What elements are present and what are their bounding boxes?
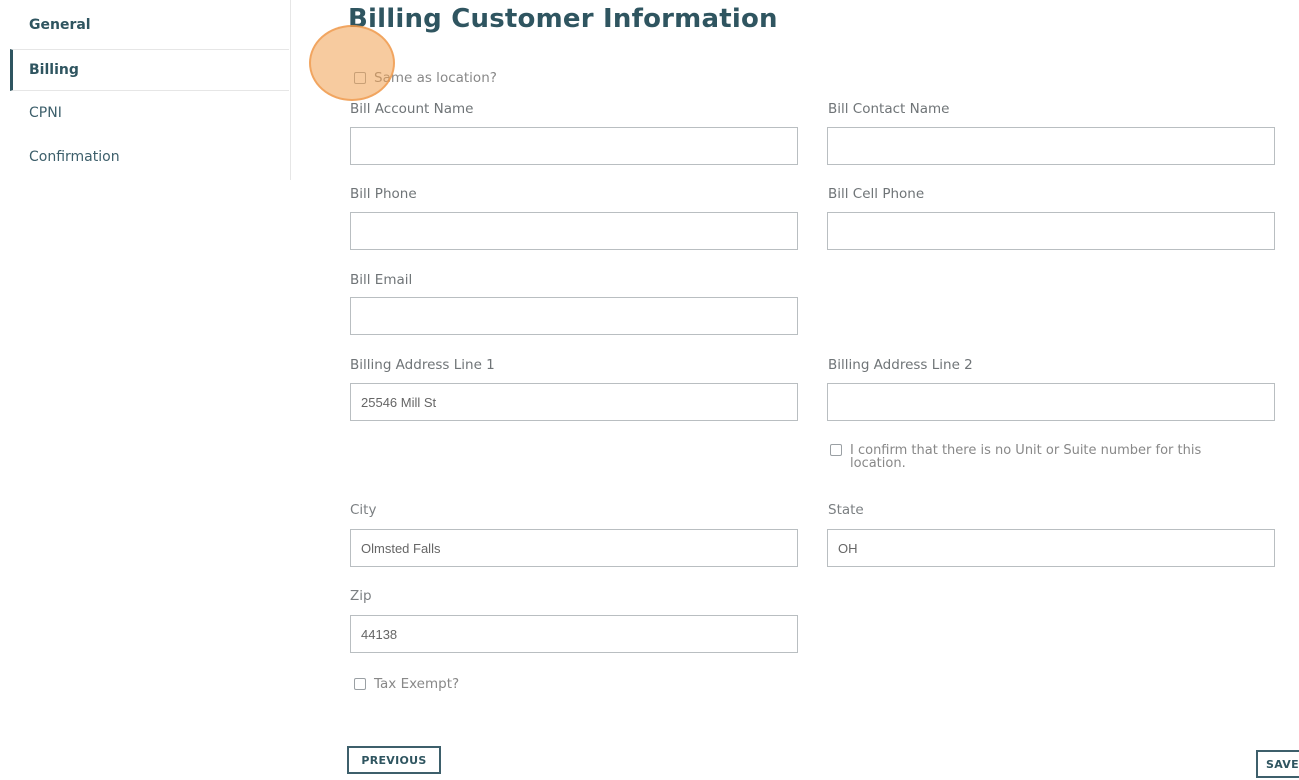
sidebar-item-cpni[interactable]: CPNI [10,93,289,133]
sidebar-item-label: Confirmation [29,149,120,165]
no-unit-confirm-checkbox[interactable] [830,444,842,456]
bill-email-input[interactable] [350,297,798,335]
sidebar-item-general[interactable]: General [10,5,289,45]
bill-cell-phone-input[interactable] [827,212,1275,250]
no-unit-confirm-label: I confirm that there is no Unit or Suite… [850,443,1202,471]
city-input[interactable] [350,529,798,567]
tax-exempt-option[interactable]: Tax Exempt? [354,676,459,692]
tax-exempt-label: Tax Exempt? [374,676,460,692]
billing-address-line2-input[interactable] [827,383,1275,421]
click-indicator [309,25,395,101]
bill-account-name-label: Bill Account Name [350,101,474,117]
billing-address-line1-input[interactable] [350,383,798,421]
save-button[interactable]: SAVE [1256,750,1299,778]
no-unit-confirm-option[interactable]: I confirm that there is no Unit or Suite… [830,444,1260,470]
zip-input[interactable] [350,615,798,653]
bill-email-label: Bill Email [350,272,413,288]
zip-label: Zip [350,588,372,604]
same-as-location-option[interactable]: Same as location? [354,70,497,86]
bill-phone-label: Bill Phone [350,186,417,202]
bill-phone-input[interactable] [350,212,798,250]
bill-contact-name-label: Bill Contact Name [828,101,950,117]
previous-button[interactable]: PREVIOUS [347,746,441,774]
same-as-location-label: Same as location? [374,70,497,86]
sidebar-nav: General Billing CPNI Confirmation [0,0,291,180]
billing-address-line2-label: Billing Address Line 2 [828,357,973,373]
sidebar-item-label: Billing [29,62,79,78]
bill-contact-name-input[interactable] [827,127,1275,165]
state-input[interactable] [827,529,1275,567]
bill-account-name-input[interactable] [350,127,798,165]
sidebar-item-label: CPNI [29,105,62,121]
page-title: Billing Customer Information [348,4,778,34]
city-label: City [350,502,377,518]
sidebar-item-confirmation[interactable]: Confirmation [10,137,289,177]
state-label: State [828,502,864,518]
same-as-location-checkbox[interactable] [354,72,366,84]
sidebar-item-billing[interactable]: Billing [10,49,289,91]
sidebar-item-label: General [29,17,91,33]
bill-cell-phone-label: Bill Cell Phone [828,186,925,202]
tax-exempt-checkbox[interactable] [354,678,366,690]
billing-address-line1-label: Billing Address Line 1 [350,357,495,373]
